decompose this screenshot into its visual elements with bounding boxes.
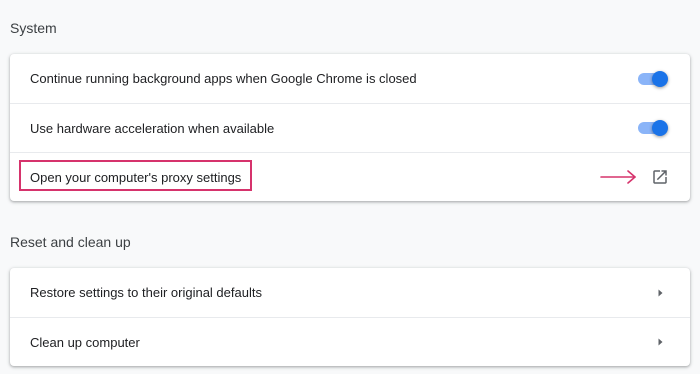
clean-up-computer-label: Clean up computer: [30, 334, 140, 350]
background-apps-label: Continue running background apps when Go…: [30, 71, 417, 86]
reset-card: Restore settings to their original defau…: [10, 268, 690, 366]
background-apps-row[interactable]: Continue running background apps when Go…: [10, 54, 690, 103]
restore-defaults-row[interactable]: Restore settings to their original defau…: [10, 268, 690, 317]
hardware-acceleration-label: Use hardware acceleration when available: [30, 120, 275, 136]
proxy-settings-label: Open your computer's proxy settings: [30, 169, 242, 185]
hardware-acceleration-toggle[interactable]: [636, 118, 668, 138]
background-apps-toggle[interactable]: [636, 69, 668, 89]
open-in-new-icon[interactable]: [650, 167, 670, 187]
hardware-acceleration-row[interactable]: Use hardware acceleration when available: [10, 103, 690, 152]
reset-section-title: Reset and clean up: [10, 234, 131, 250]
restore-defaults-label: Restore settings to their original defau…: [30, 285, 262, 300]
clean-up-computer-row[interactable]: Clean up computer: [10, 317, 690, 366]
toggle-knob: [652, 70, 668, 87]
proxy-settings-row[interactable]: Open your computer's proxy settings: [10, 152, 690, 201]
system-section-title: System: [10, 20, 57, 36]
toggle-knob: [652, 120, 668, 136]
chevron-right-icon: [650, 332, 670, 352]
chevron-right-icon: [650, 283, 670, 303]
annotation-arrow-icon: [600, 170, 636, 184]
system-card: Continue running background apps when Go…: [10, 54, 690, 201]
